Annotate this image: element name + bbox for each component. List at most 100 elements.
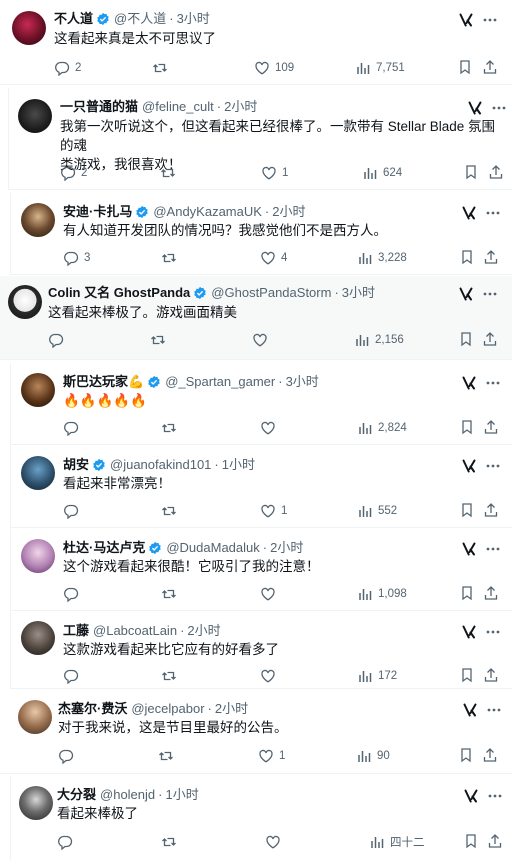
retweet-button[interactable] — [161, 833, 182, 851]
reply-button[interactable] — [63, 419, 84, 437]
more-icon[interactable] — [482, 12, 498, 28]
author-name[interactable]: Colin 又名 GhostPanda — [48, 285, 190, 301]
like-button[interactable] — [260, 585, 281, 603]
share-icon[interactable] — [487, 833, 503, 849]
bookmark-icon[interactable] — [463, 833, 479, 849]
grok-icon[interactable] — [461, 205, 477, 221]
reply-button[interactable] — [58, 747, 79, 765]
views-button[interactable]: 90 — [356, 747, 390, 765]
bookmark-icon[interactable] — [459, 667, 475, 683]
reply-button[interactable]: 2 — [54, 59, 81, 77]
avatar[interactable] — [18, 99, 52, 133]
like-button[interactable]: 1 — [258, 747, 285, 765]
retweet-button[interactable] — [161, 585, 182, 603]
tweet[interactable]: 工藤 @LabcoatLain · 2小时 这款游戏看起来比它应有的好看多了 1… — [10, 612, 512, 689]
more-icon[interactable] — [485, 205, 501, 221]
like-button[interactable] — [260, 667, 281, 685]
more-icon[interactable] — [486, 702, 502, 718]
timestamp[interactable]: 3小时 — [286, 374, 319, 390]
grok-icon[interactable] — [462, 702, 478, 718]
grok-icon[interactable] — [467, 100, 483, 116]
bookmark-icon[interactable] — [457, 59, 473, 75]
avatar[interactable] — [8, 285, 42, 319]
more-icon[interactable] — [485, 375, 501, 391]
author-name[interactable]: 不人道 — [54, 11, 93, 27]
like-button[interactable]: 109 — [254, 59, 294, 77]
bookmark-icon[interactable] — [459, 585, 475, 601]
author-name[interactable]: 工藤 — [63, 623, 89, 639]
tweet[interactable]: 一只普通的猫 @feline_cult · 2小时 我第一次听说这个，但这看起来… — [8, 88, 512, 190]
timestamp[interactable]: 1小时 — [222, 457, 255, 473]
author-name[interactable]: 大分裂 — [57, 787, 96, 803]
bookmark-icon[interactable] — [459, 502, 475, 518]
author-name[interactable]: 斯巴达玩家💪 — [63, 374, 144, 390]
views-button[interactable]: 7,751 — [355, 59, 405, 77]
reply-button[interactable] — [57, 833, 78, 851]
author-handle[interactable]: @feline_cult — [142, 99, 214, 115]
reply-button[interactable]: 3 — [63, 249, 90, 267]
more-icon[interactable] — [482, 286, 498, 302]
timestamp[interactable]: 3小时 — [177, 11, 210, 27]
avatar[interactable] — [12, 11, 46, 45]
tweet[interactable]: 杜达·马达卢克 @DudaMadaluk · 2小时 这个游戏看起来很酷！它吸引… — [10, 529, 512, 611]
avatar[interactable] — [21, 456, 55, 490]
retweet-button[interactable] — [152, 59, 173, 77]
timestamp[interactable]: 2小时 — [215, 701, 248, 717]
more-icon[interactable] — [491, 100, 507, 116]
author-name[interactable]: 安迪·卡扎马 — [63, 204, 132, 220]
like-button[interactable] — [265, 833, 286, 851]
author-handle[interactable]: @DudaMadaluk — [166, 540, 259, 556]
like-button[interactable]: 1 — [261, 164, 288, 182]
share-icon[interactable] — [483, 249, 499, 265]
retweet-button[interactable] — [161, 502, 182, 520]
author-handle[interactable]: @GhostPandaStorm — [211, 285, 331, 301]
author-name[interactable]: 一只普通的猫 — [60, 99, 138, 115]
timestamp[interactable]: 2小时 — [270, 540, 303, 556]
tweet[interactable]: 不人道 @不人道 · 3小时 这看起来真是太不可思议了 2 109 7,751 — [0, 0, 512, 85]
tweet[interactable]: 斯巴达玩家💪 @_Spartan_gamer · 3小时 🔥🔥🔥🔥🔥 2,824 — [10, 363, 512, 445]
share-icon[interactable] — [483, 502, 499, 518]
retweet-button[interactable] — [158, 747, 179, 765]
author-handle[interactable]: @holenjd — [100, 787, 155, 803]
share-icon[interactable] — [483, 585, 499, 601]
like-button[interactable]: 4 — [260, 249, 287, 267]
share-icon[interactable] — [488, 164, 504, 180]
views-button[interactable]: 2,156 — [354, 331, 404, 349]
grok-icon[interactable] — [458, 12, 474, 28]
grok-icon[interactable] — [461, 375, 477, 391]
avatar[interactable] — [21, 539, 55, 573]
author-name[interactable]: 杰塞尔·费沃 — [58, 701, 127, 717]
timestamp[interactable]: 2小时 — [272, 204, 305, 220]
tweet[interactable]: Colin 又名 GhostPanda @GhostPandaStorm · 3… — [0, 276, 512, 360]
bookmark-icon[interactable] — [458, 747, 474, 763]
timestamp[interactable]: 2小时 — [187, 623, 220, 639]
author-handle[interactable]: @不人道 — [114, 11, 166, 27]
share-icon[interactable] — [483, 667, 499, 683]
reply-button[interactable] — [63, 585, 84, 603]
share-icon[interactable] — [482, 331, 498, 347]
tweet[interactable]: 杰塞尔·费沃 @jecelpabor · 2小时 对于我来说，这是节目里最好的公… — [0, 690, 512, 774]
views-button[interactable]: 四十二 — [369, 833, 425, 851]
grok-icon[interactable] — [458, 286, 474, 302]
avatar[interactable] — [21, 373, 55, 407]
grok-icon[interactable] — [463, 788, 479, 804]
author-handle[interactable]: @LabcoatLain — [93, 623, 177, 639]
grok-icon[interactable] — [461, 624, 477, 640]
more-icon[interactable] — [487, 788, 503, 804]
share-icon[interactable] — [483, 419, 499, 435]
bookmark-icon[interactable] — [458, 331, 474, 347]
share-icon[interactable] — [482, 747, 498, 763]
views-button[interactable]: 1,098 — [357, 585, 407, 603]
retweet-button[interactable] — [150, 331, 171, 349]
author-name[interactable]: 杜达·马达卢克 — [63, 540, 145, 556]
author-handle[interactable]: @juanofakind101 — [110, 457, 211, 473]
more-icon[interactable] — [485, 458, 501, 474]
author-handle[interactable]: @jecelpabor — [131, 701, 204, 717]
reply-button[interactable] — [63, 667, 84, 685]
views-button[interactable]: 172 — [357, 667, 397, 685]
retweet-button[interactable] — [161, 419, 182, 437]
more-icon[interactable] — [485, 541, 501, 557]
reply-button[interactable] — [63, 502, 84, 520]
timestamp[interactable]: 3小时 — [342, 285, 375, 301]
more-icon[interactable] — [485, 624, 501, 640]
